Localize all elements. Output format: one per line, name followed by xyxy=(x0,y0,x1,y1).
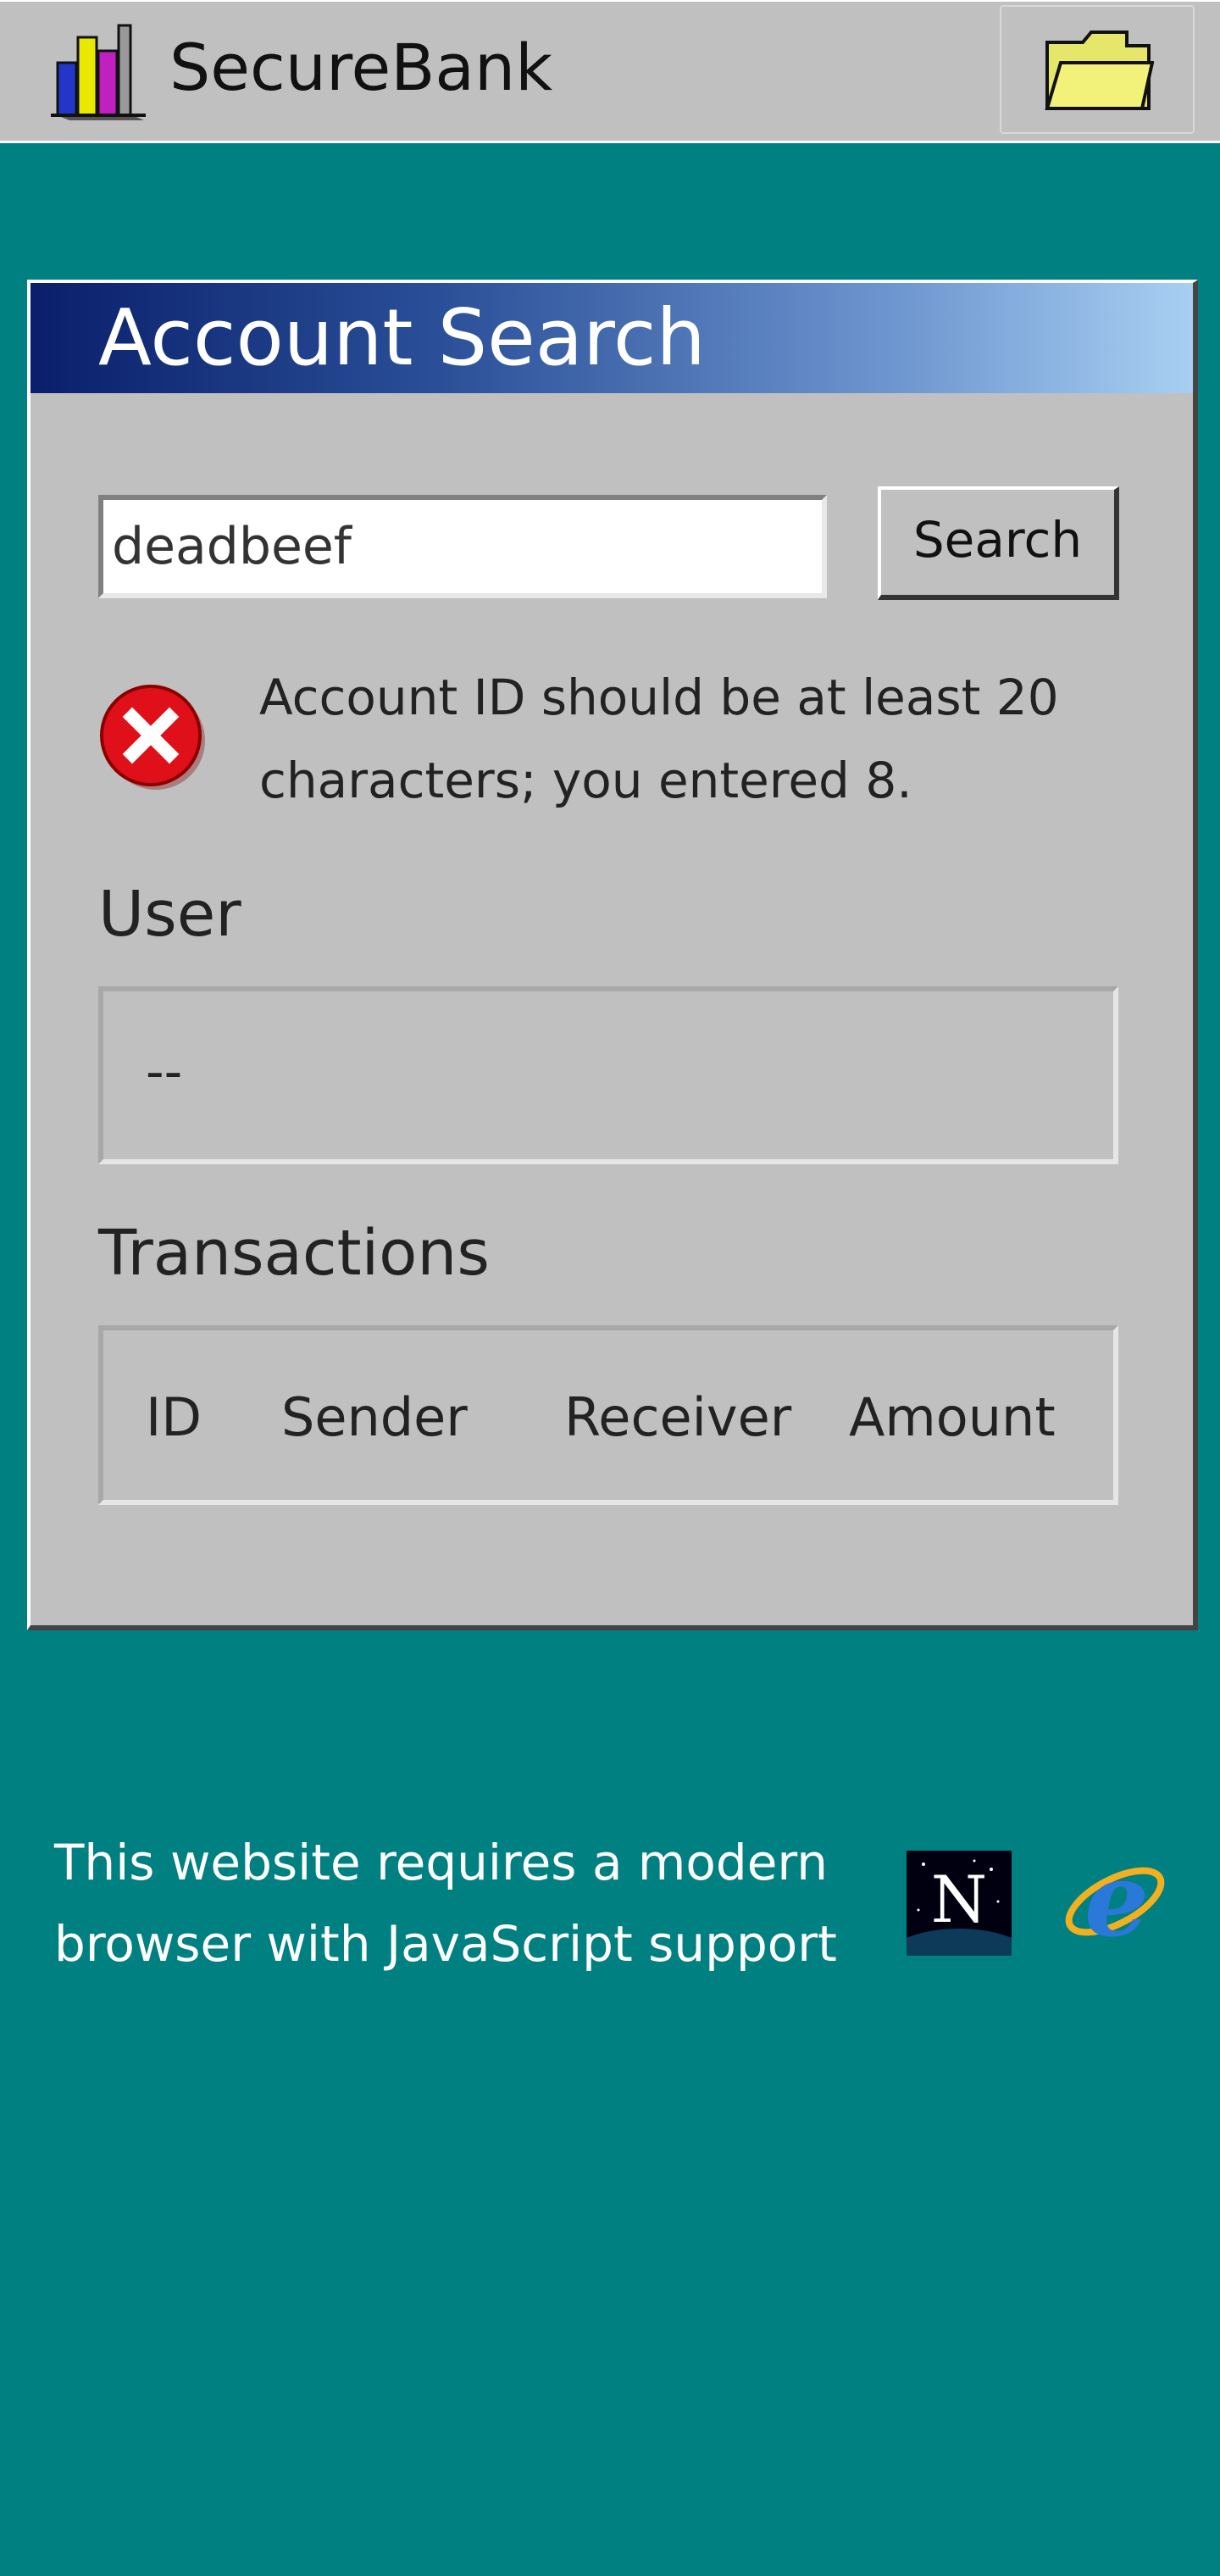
transactions-table: ID Sender Receiver Amount xyxy=(98,1325,1118,1505)
svg-text:N: N xyxy=(931,1862,988,1937)
user-section-label: User xyxy=(98,878,241,951)
svg-text:e: e xyxy=(1084,1847,1149,1956)
search-button[interactable]: Search xyxy=(878,486,1119,600)
internet-explorer-icon[interactable]: e xyxy=(1059,1847,1171,1956)
browser-requirement-notice: This website requires a modern browser w… xyxy=(54,1834,837,1973)
column-header-receiver: Receiver xyxy=(564,1386,792,1448)
user-info-panel: -- xyxy=(98,986,1118,1164)
column-header-sender: Sender xyxy=(281,1386,468,1448)
brand-name: SecureBank xyxy=(169,30,553,105)
column-header-amount: Amount xyxy=(849,1386,1056,1448)
error-message: Account ID should be at least 20 charact… xyxy=(259,669,1059,809)
window-titlebar: Account Search xyxy=(30,283,1193,393)
window-title: Account Search xyxy=(98,292,706,383)
transactions-section-label: Transactions xyxy=(98,1217,490,1290)
column-header-id: ID xyxy=(146,1386,202,1448)
folder-icon xyxy=(1045,31,1154,110)
account-id-input[interactable] xyxy=(98,495,827,598)
error-x-icon xyxy=(100,685,205,790)
user-value: -- xyxy=(146,1042,183,1102)
app-header: SecureBank xyxy=(0,0,1220,143)
netscape-icon[interactable]: N xyxy=(907,1851,1012,1956)
account-search-window: Account Search Search Account ID should … xyxy=(27,280,1198,1630)
window-content: Search Account ID should be at least 20 … xyxy=(30,393,1193,1625)
open-folder-button[interactable] xyxy=(1000,5,1195,134)
bar-chart-logo-icon xyxy=(51,24,146,120)
